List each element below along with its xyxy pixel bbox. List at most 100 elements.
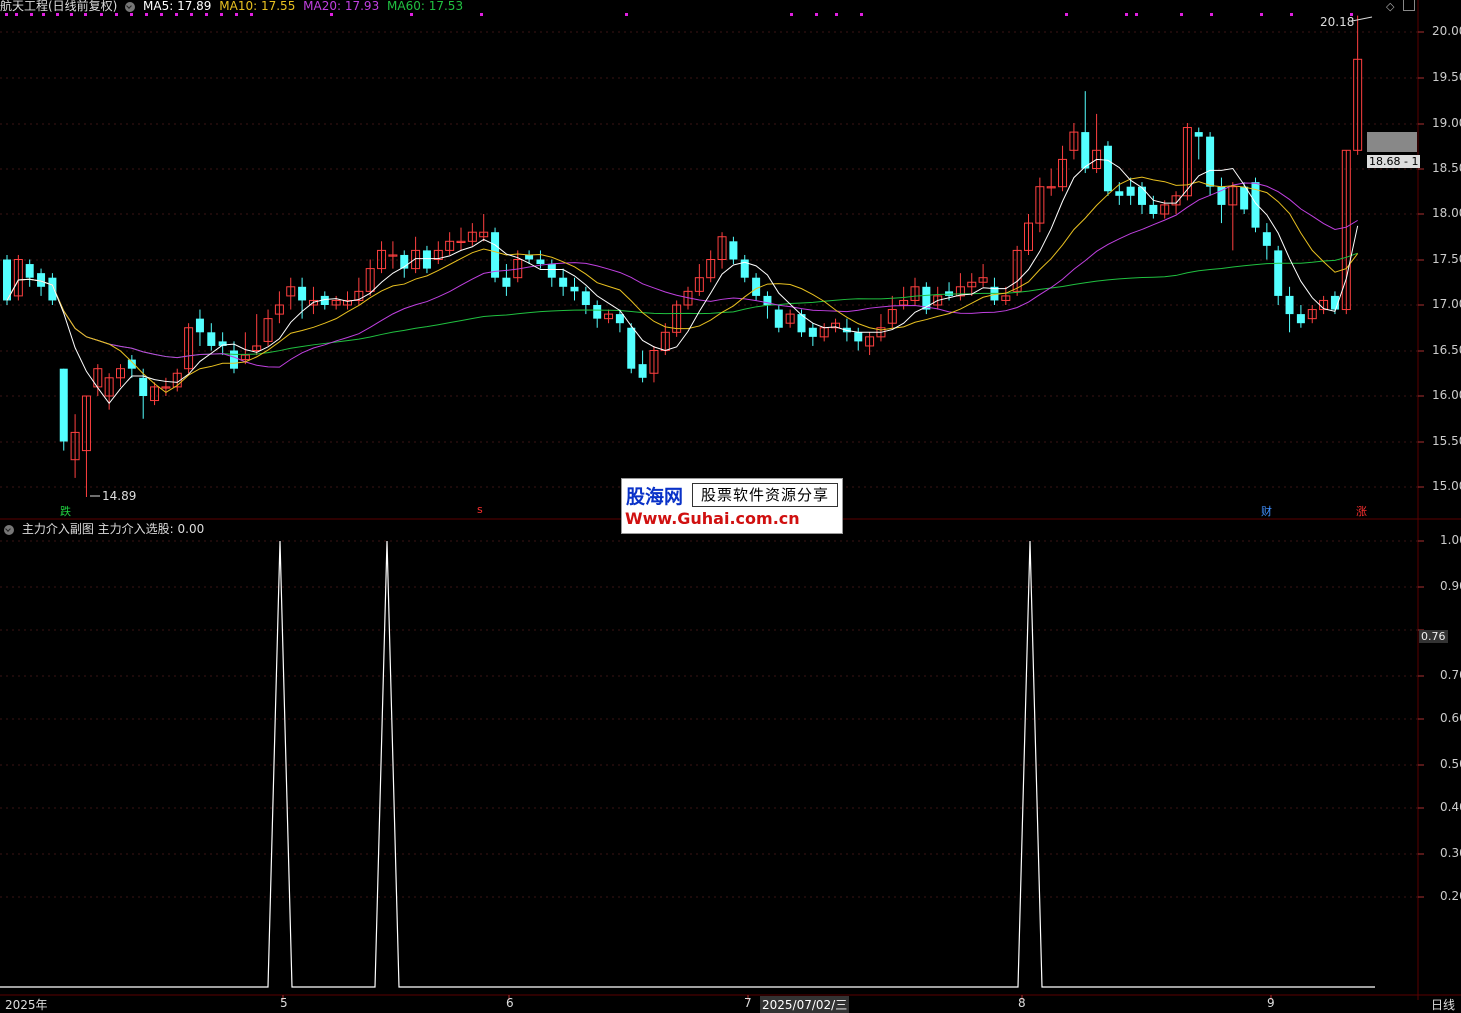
candle-down xyxy=(593,305,602,319)
candle-down xyxy=(1115,191,1124,196)
candle-down xyxy=(37,273,46,287)
y-tick: 15.50 xyxy=(1432,434,1461,448)
candle-down xyxy=(854,332,863,342)
signal-dot xyxy=(1290,13,1293,16)
candle-down xyxy=(298,286,307,301)
candle-down xyxy=(25,264,34,278)
signal-dot xyxy=(625,13,628,16)
candle-down xyxy=(547,264,556,278)
candle-down xyxy=(615,314,624,324)
sub-y-tick: 1.00 xyxy=(1440,533,1461,547)
candle-down xyxy=(230,350,238,369)
candle-down xyxy=(1194,132,1203,137)
candle-down xyxy=(1274,250,1283,296)
high-arrow xyxy=(1351,16,1373,22)
candle-down xyxy=(1296,314,1305,324)
signal-dot xyxy=(220,13,223,16)
low-label: 14.89 xyxy=(102,489,137,503)
signal-dot xyxy=(130,13,133,16)
x-label-month: 7 xyxy=(744,996,752,1010)
y-tick: 19.50 xyxy=(1432,70,1461,84)
logo-name: 股海网 xyxy=(626,486,684,508)
signal-dot xyxy=(1065,13,1068,16)
ma5-label: MA5: 17.89 xyxy=(143,0,212,13)
sub-y-tick: 0.20 xyxy=(1440,889,1461,903)
current-price-tag: 18.68 - 1 xyxy=(1367,155,1421,168)
candle-down xyxy=(536,259,545,265)
signal-dot xyxy=(190,13,193,16)
signal-dot xyxy=(56,13,59,16)
sub-chart-header: 主力介入副图 主力介入选股: 0.00 xyxy=(4,520,204,537)
signal-dot xyxy=(1135,13,1138,16)
candle-down xyxy=(1138,186,1146,205)
y-tick: 17.00 xyxy=(1432,297,1461,311)
period-label[interactable]: 日线 xyxy=(1431,996,1455,1013)
x-label-month: 5 xyxy=(280,996,288,1010)
candle-down xyxy=(1206,136,1215,187)
signal-dot xyxy=(145,13,148,16)
candle-down xyxy=(729,241,738,260)
logo-url: Www.Guhai.com.cn xyxy=(625,509,800,528)
signal-dot xyxy=(1210,13,1213,16)
candle-down xyxy=(1285,295,1294,315)
candle-down xyxy=(525,254,534,260)
y-tick: 16.00 xyxy=(1432,388,1461,402)
sub-title[interactable]: 主力介入副图 xyxy=(22,522,94,536)
price-band xyxy=(1367,132,1417,152)
candle-down xyxy=(1262,232,1271,246)
candle-down xyxy=(1149,204,1158,214)
die-marker[interactable]: 跌 xyxy=(60,503,71,519)
sub-current-tag: 0.76 xyxy=(1419,630,1448,643)
y-tick: 20.00 xyxy=(1432,24,1461,38)
candle-down xyxy=(422,250,431,269)
candle-down xyxy=(627,327,636,369)
ma60-label: MA60: 17.53 xyxy=(387,0,464,13)
signal-dot xyxy=(160,13,163,16)
main-chart-header: 航天工程(日线前复权) MA5: 17.89 MA10: 17.55 MA20:… xyxy=(0,0,467,13)
sub-y-tick: 0.50 xyxy=(1440,757,1461,771)
settings-icon[interactable] xyxy=(125,1,136,12)
guhai-logo: 股海网 股票软件资源分享 Www.Guhai.com.cn xyxy=(621,478,843,534)
signal-dot xyxy=(480,13,483,16)
y-tick: 19.00 xyxy=(1432,116,1461,130)
y-tick: 18.00 xyxy=(1432,206,1461,220)
signal-dot xyxy=(250,13,253,16)
sub-y-tick: 0.70 xyxy=(1440,668,1461,682)
signal-dot xyxy=(790,13,793,16)
x-label-month: 9 xyxy=(1267,996,1275,1010)
x-label-year: 2025年 xyxy=(5,998,48,1012)
signal-dot xyxy=(410,13,413,16)
signal-dot xyxy=(860,13,863,16)
cai-marker[interactable]: 财 xyxy=(1261,503,1272,519)
signal-dot xyxy=(30,13,33,16)
signal-dot xyxy=(835,13,838,16)
signal-dot xyxy=(1260,13,1263,16)
sub-y-tick: 0.40 xyxy=(1440,800,1461,814)
y-tick: 15.00 xyxy=(1432,479,1461,493)
ma20-label: MA20: 17.93 xyxy=(303,0,380,13)
candle-down xyxy=(559,277,568,287)
signal-dot xyxy=(84,13,87,16)
diamond-icon[interactable]: ◇ xyxy=(1386,0,1394,13)
signal-dot xyxy=(1125,13,1128,16)
ma10-label: MA10: 17.55 xyxy=(219,0,296,13)
x-label-month: 8 xyxy=(1018,996,1026,1010)
candle-down xyxy=(808,327,817,337)
candle-down xyxy=(570,286,579,292)
sub-y-tick: 0.90 xyxy=(1440,579,1461,593)
panel-toggle-icon[interactable] xyxy=(1403,0,1415,11)
stock-title[interactable]: 航天工程(日线前复权) xyxy=(0,0,117,13)
candle-down xyxy=(774,309,783,328)
candle-down xyxy=(59,368,68,442)
sub-signal-line xyxy=(0,540,1375,988)
sub-settings-icon[interactable] xyxy=(4,524,14,535)
candle-down xyxy=(1126,186,1135,196)
sub-y-tick: 0.60 xyxy=(1440,711,1461,725)
candle-down xyxy=(139,377,148,396)
zhang-marker[interactable]: 涨 xyxy=(1356,503,1367,519)
s-marker[interactable]: s xyxy=(477,503,483,516)
candle-down xyxy=(581,291,590,305)
candle-down xyxy=(1081,132,1090,169)
candle-down xyxy=(1103,145,1112,192)
candle-down xyxy=(638,364,647,378)
